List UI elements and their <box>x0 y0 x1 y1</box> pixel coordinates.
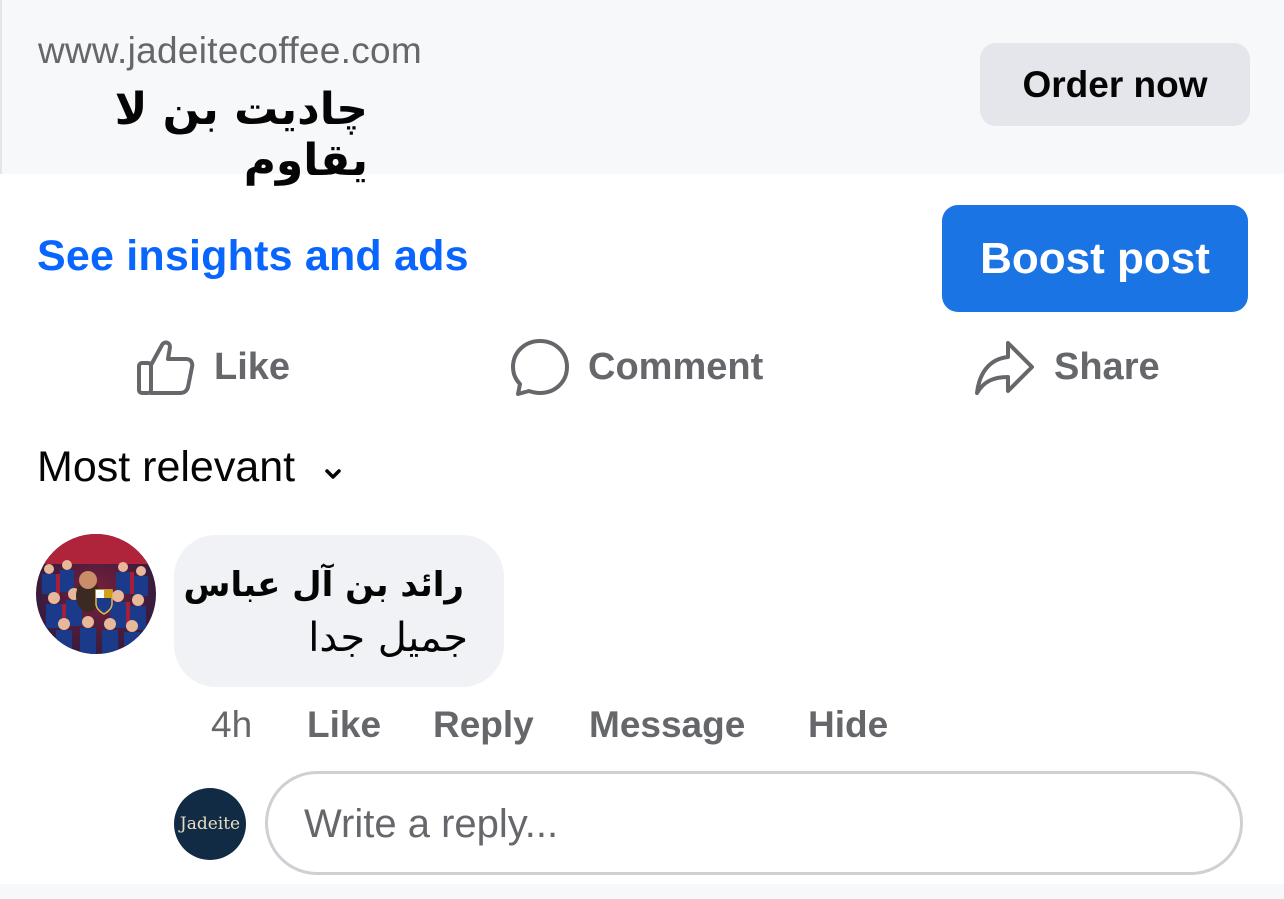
reply-input[interactable] <box>302 774 1206 874</box>
ad-url: www.jadeitecoffee.com <box>38 30 423 71</box>
like-button[interactable]: Like <box>136 334 290 400</box>
comment-bubble-icon <box>510 337 570 397</box>
ad-link-preview[interactable]: www.jadeitecoffee.com چاديت بن لا يقاوم … <box>0 0 1284 186</box>
comment-hide-button[interactable]: Hide <box>808 704 888 746</box>
share-arrow-icon <box>974 337 1036 397</box>
commenter-avatar[interactable] <box>36 534 156 654</box>
see-insights-link[interactable]: See insights and ads <box>37 232 469 281</box>
share-button[interactable]: Share <box>974 334 1160 400</box>
ad-headline: چاديت بن لا يقاوم <box>114 84 368 186</box>
comments-sort-dropdown[interactable]: Most relevant <box>37 443 343 492</box>
comment-bubble[interactable]: رائد بن آل عباس جميل جدا <box>174 535 504 687</box>
comment-like-button[interactable]: Like <box>307 704 381 746</box>
sort-label: Most relevant <box>37 443 296 491</box>
comment-label: Comment <box>588 345 764 388</box>
reply-field[interactable] <box>265 771 1243 875</box>
comment-author[interactable]: رائد بن آل عباس <box>184 565 464 605</box>
comment-text: جميل جدا <box>308 615 468 661</box>
comment-time[interactable]: 4h <box>211 704 252 746</box>
thumbs-up-icon <box>136 337 196 397</box>
boost-post-button[interactable]: Boost post <box>942 205 1248 312</box>
bottom-divider <box>0 884 1284 899</box>
comment-reply-button[interactable]: Reply <box>433 704 534 746</box>
order-now-button[interactable]: Order now <box>980 43 1250 126</box>
comment-button[interactable]: Comment <box>510 334 763 400</box>
share-label: Share <box>1054 345 1160 388</box>
page-avatar: Jadeite <box>174 788 246 860</box>
comment-message-button[interactable]: Message <box>589 704 745 746</box>
chevron-down-icon <box>323 443 343 492</box>
like-label: Like <box>214 345 291 388</box>
